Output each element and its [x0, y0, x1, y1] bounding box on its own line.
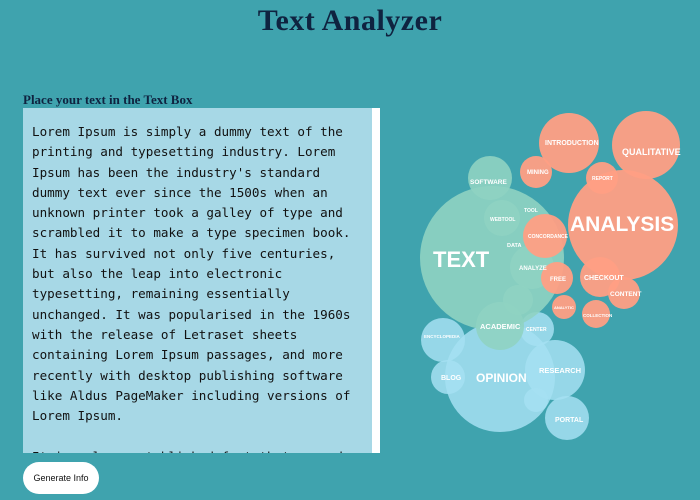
word-mining: MINING	[527, 170, 549, 176]
word-blog: BLOG	[441, 375, 462, 382]
bubble-software	[468, 156, 512, 200]
word-academic: ACADEMIC	[480, 322, 521, 331]
word-qualitative: QUALITATIVE	[622, 147, 681, 157]
word-free: FREE	[550, 277, 566, 283]
text-box-label: Place your text in the Text Box	[23, 92, 193, 107]
word-concordance: CONCORDANCE	[528, 234, 569, 240]
word-checkout: CHECKOUT	[584, 275, 624, 282]
word-encyclopedia: ENCYCLOPEDIA	[424, 334, 461, 339]
word-analysis: ANALYSIS	[570, 213, 674, 236]
word-content: CONTENT	[610, 291, 641, 298]
bubble-small	[524, 388, 548, 412]
word-report: REPORT	[592, 176, 613, 182]
word-tool: TOOL	[524, 208, 538, 214]
word-software: SOFTWARE	[470, 179, 507, 186]
word-data: DATA	[507, 243, 521, 249]
bubble-mining-green	[503, 285, 533, 315]
word-webtool: WEBTOOL	[490, 217, 515, 223]
text-input[interactable]: Lorem Ipsum is simply a dummy text of th…	[23, 108, 372, 453]
word-research: RESEARCH	[539, 366, 581, 375]
word-opinion: OPINION	[476, 371, 527, 385]
word-collection: COLLECTION	[583, 313, 612, 318]
word-cloud-image: TEXT ANALYSIS OPINION QUALITATIVE INTROD…	[420, 111, 681, 440]
word-portal: PORTAL	[555, 417, 584, 424]
word-text: TEXT	[433, 247, 490, 272]
bubble-qualitative	[612, 111, 680, 179]
word-center: CENTER	[526, 327, 547, 333]
text-input-scrollbar[interactable]	[372, 108, 380, 453]
word-analytic: ANALYTIC	[554, 305, 574, 310]
word-analyze: ANALYZE	[519, 266, 547, 272]
generate-info-button[interactable]: Generate Info	[23, 462, 99, 494]
word-introduction: INTRODUCTION	[545, 140, 599, 147]
page-title: Text Analyzer	[257, 4, 443, 37]
bubble-encyclopedia	[421, 318, 465, 362]
